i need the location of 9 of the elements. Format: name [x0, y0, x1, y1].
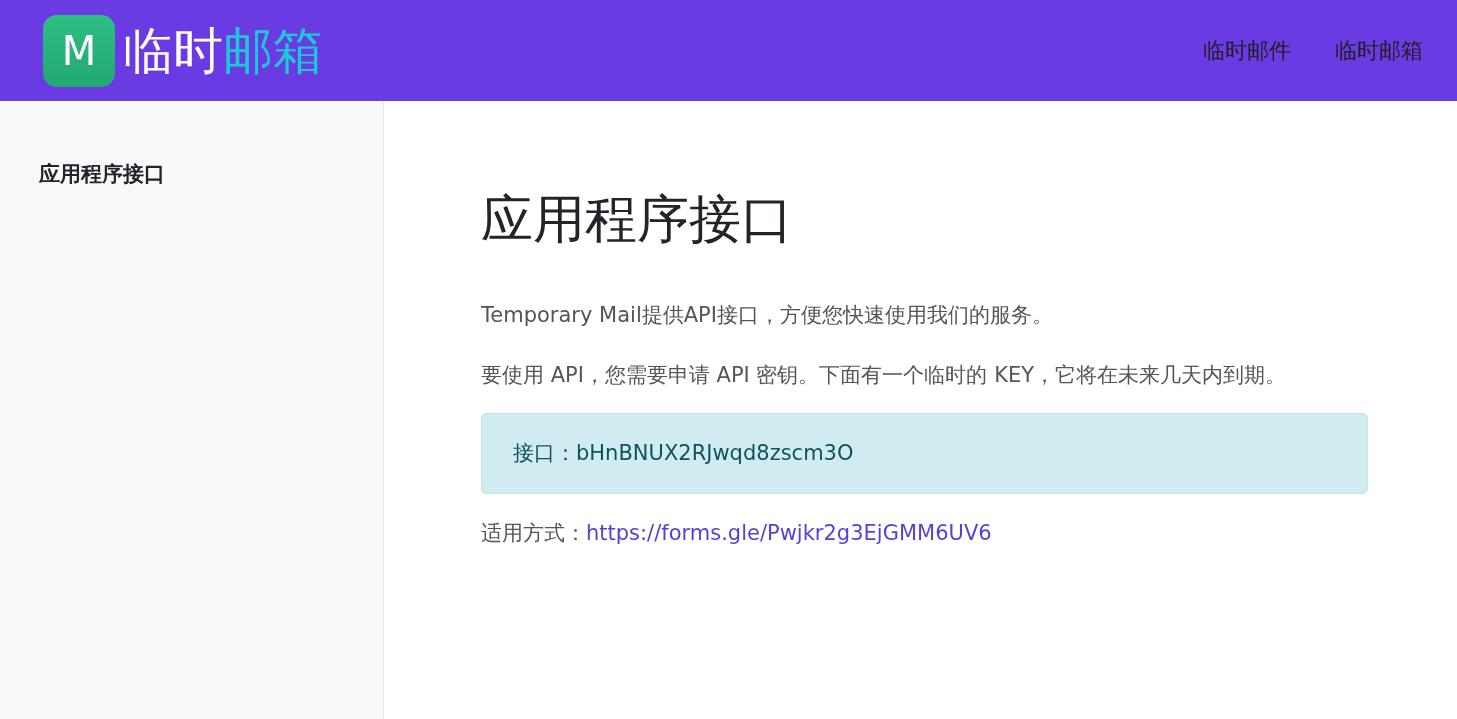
usage-link[interactable]: https://forms.gle/Pwjkr2g3EjGMM6UV6 — [586, 518, 992, 550]
sidebar-item[interactable]: 应用程序接口 — [39, 159, 383, 191]
logo-text: 临时邮箱 — [123, 25, 323, 76]
usage-label: 适用方式： — [481, 520, 586, 547]
paragraph: Temporary Mail提供API接口，方便您快速使用我们的服务。 — [481, 302, 1054, 329]
page-title: 应用程序接口 — [481, 193, 794, 245]
logo-icon: M — [43, 14, 115, 87]
api-key-alert: 接口：bHnBNUX2RJwqd8zscm3O — [481, 413, 1368, 494]
paragraph: 要使用 API，您需要申请 API 密钥。下面有一个临时的 KEY，它将在未来几天内到期。 — [481, 362, 1287, 389]
